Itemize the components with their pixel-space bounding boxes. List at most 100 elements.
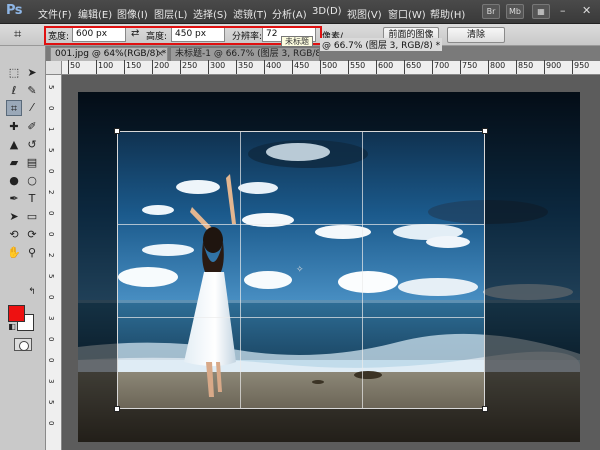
vertical-ruler[interactable]: 5 0 1 5 0 2 0 0 2 5 0 3 0 0 3 5 0 [46,75,62,450]
minibridge-button[interactable]: Mb [506,4,524,19]
ruler-label: 500 [322,61,338,70]
menu-bar: Ps 文件(F) 编辑(E) 图像(I) 图层(L) 选择(S) 滤镜(T) 分… [0,0,600,24]
crop-grid-line [118,224,484,225]
ruler-tick [292,60,293,74]
healing-brush-icon[interactable]: ✚ [6,119,22,135]
pen-icon[interactable]: ✒ [6,191,22,207]
ruler-tick [376,60,377,74]
history-brush-icon[interactable]: ↺ [24,137,40,153]
lasso-icon[interactable]: ℓ [6,83,22,99]
crop-grid-line [240,132,241,408]
crop-handle-bottom-left[interactable] [114,406,120,412]
ruler-label: 0 [47,421,55,426]
ruler-label: 600 [378,61,394,70]
ruler-label: 350 [238,61,254,70]
ruler-origin[interactable] [46,61,62,75]
crop-handle-bottom-right[interactable] [482,406,488,412]
ruler-label: 750 [462,61,478,70]
brush-icon[interactable]: ✐ [24,119,40,135]
close-icon[interactable]: ✕ [582,4,591,17]
ruler-tick [488,60,489,74]
ruler-tick [264,60,265,74]
ruler-tick [320,60,321,74]
ruler-tick [516,60,517,74]
ruler-label: 5 [47,85,55,90]
zoom-icon[interactable]: ⚲ [24,245,40,261]
shape-icon[interactable]: ▭ [24,209,40,225]
arrange-documents-button[interactable]: ▦ [532,4,550,19]
ruler-label: 2 [47,253,55,258]
ruler-label: 400 [266,61,282,70]
crop-grid-line [118,317,484,318]
ruler-label: 2 [47,190,55,195]
ruler-label: 0 [47,358,55,363]
crop-icon[interactable]: ⌗ [6,100,22,116]
ruler-label: 3 [47,379,55,384]
tab-document-1[interactable]: 001.jpg @ 64%(RGB/8) * × [50,47,168,61]
ruler-label: 1 [47,127,55,132]
menu-analysis[interactable]: 分析(A) [272,6,307,21]
ruler-tick [152,60,153,74]
bridge-button[interactable]: Br [482,4,500,19]
ruler-label: 700 [434,61,450,70]
marquee-icon[interactable]: ⬚ [6,65,22,81]
ruler-label: 650 [406,61,422,70]
crop-preset-icon[interactable]: ⌗ [14,27,21,42]
ruler-tick [124,60,125,74]
hand-icon[interactable]: ✋ [6,245,22,261]
ruler-label: 5 [47,400,55,405]
menu-help[interactable]: 帮助(H) [430,6,465,21]
3d-orbit-icon[interactable]: ⟳ [24,227,40,243]
menu-file[interactable]: 文件(F) [38,6,72,21]
clone-stamp-icon[interactable]: ▲ [6,137,22,153]
minimize-icon[interactable]: – [560,4,566,17]
crop-handle-top-right[interactable] [482,128,488,134]
menu-filter[interactable]: 滤镜(T) [233,6,267,21]
crop-center-icon[interactable]: ✧ [296,265,304,275]
app-logo: Ps [6,3,23,18]
horizontal-ruler[interactable]: 50 100 150 200 250 300 350 400 450 500 550 600 650 70… [62,60,600,75]
ruler-label: 5 [47,148,55,153]
ruler-label: 5 [47,274,55,279]
ruler-tick [96,60,97,74]
gradient-icon[interactable]: ▤ [24,155,40,171]
menu-edit[interactable]: 编辑(E) [78,6,112,21]
move-icon[interactable]: ➤ [24,65,40,81]
eraser-icon[interactable]: ▰ [6,155,22,171]
dodge-icon[interactable]: ○ [24,173,40,189]
crop-handle-top-left[interactable] [114,128,120,134]
close-tab-icon[interactable]: × [156,48,164,61]
crop-grid-line [362,132,363,408]
ruler-label: 0 [47,211,55,216]
tab-label: 001.jpg @ 64%(RGB/8) * [55,49,167,59]
menu-view[interactable]: 视图(V) [347,6,382,21]
ruler-label: 250 [182,61,198,70]
ruler-label: 550 [350,61,366,70]
document-status: @ 66.7% (图层 3, RGB/8) * [320,38,443,51]
menu-window[interactable]: 窗口(W) [388,6,426,21]
ruler-label: 0 [47,169,55,174]
blur-icon[interactable]: ● [6,173,22,189]
tab-document-2[interactable]: 未标题-1 @ 66.7% (图层 3, RGB/8) * [170,47,320,61]
ruler-label: 150 [126,61,142,70]
clear-button[interactable]: 清除 [447,27,505,43]
menu-layer[interactable]: 图层(L) [154,6,187,21]
foreground-color-swatch[interactable] [8,305,25,322]
eyedropper-icon[interactable]: ⁄ [24,100,40,116]
swap-colors-icon[interactable]: ↰ [24,284,40,300]
ruler-label: 100 [98,61,114,70]
menu-select[interactable]: 选择(S) [193,6,227,21]
ruler-label: 0 [47,232,55,237]
type-icon[interactable]: T [24,191,40,207]
path-select-icon[interactable]: ➤ [6,209,22,225]
ruler-tick [180,60,181,74]
ruler-label: 0 [47,295,55,300]
ruler-label: 0 [47,337,55,342]
tools-panel: ⬚ ➤ ℓ ✎ ⌗ ⁄ ✚ ✐ ▲ ↺ ▰ ▤ ● ○ ✒ T ➤ ▭ ⟲ ⟳ … [0,46,46,450]
3d-rotate-icon[interactable]: ⟲ [6,227,22,243]
quick-select-icon[interactable]: ✎ [24,83,40,99]
menu-3d[interactable]: 3D(D) [312,6,342,17]
tooltip: 未标题 [281,36,313,47]
quick-mask-button[interactable] [14,338,32,351]
menu-image[interactable]: 图像(I) [117,6,148,21]
